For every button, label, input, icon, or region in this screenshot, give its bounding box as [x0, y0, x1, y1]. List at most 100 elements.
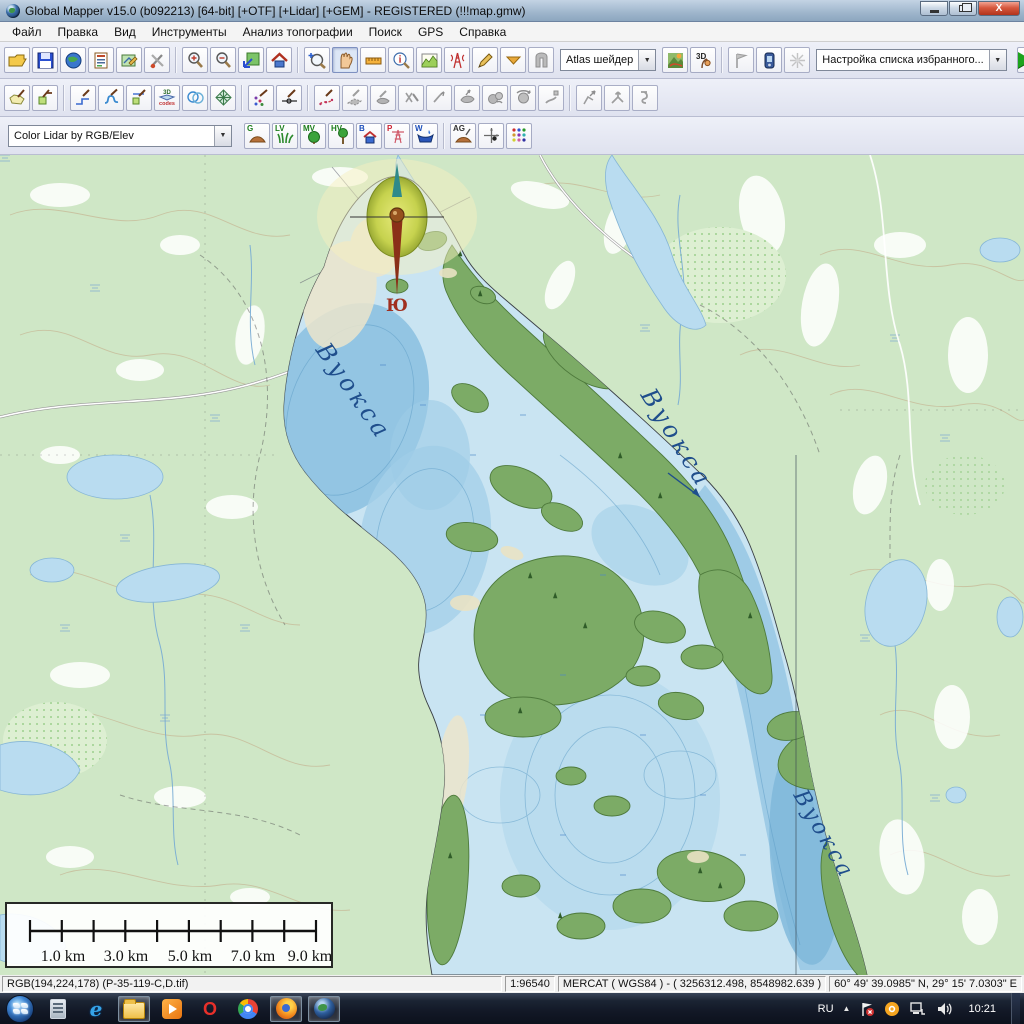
create-3d-area-button[interactable]: 3Dcodes — [154, 85, 180, 111]
restore-icon — [959, 5, 967, 12]
taskbar-media-player[interactable] — [156, 996, 188, 1022]
clamp-tool-button[interactable] — [528, 47, 554, 73]
restore-button[interactable] — [949, 1, 977, 16]
zoom-in-button[interactable] — [182, 47, 208, 73]
menu-gps[interactable]: GPS — [410, 23, 451, 41]
reshape-area-button[interactable] — [454, 85, 480, 111]
dropdown-arrow-icon[interactable]: ▼ — [638, 50, 655, 70]
clock[interactable]: 10:21 — [962, 1003, 1002, 1015]
create-spline-button[interactable] — [314, 85, 340, 111]
create-rectangle-button[interactable] — [32, 85, 58, 111]
lidar-low-veg-button[interactable]: LV — [272, 123, 298, 149]
zoom-tool-button[interactable] — [304, 47, 330, 73]
menu-file[interactable]: Файл — [4, 23, 50, 41]
favorites-dropdown[interactable]: Настройка списка избранного... ▼ — [816, 49, 1006, 71]
lidar-ground-label: G — [247, 124, 253, 133]
taskbar-chrome[interactable] — [232, 996, 264, 1022]
zoom-to-layer-button[interactable] — [238, 47, 264, 73]
create-point-at-line-button[interactable] — [276, 85, 302, 111]
gps-tool-button[interactable] — [756, 47, 782, 73]
measure-tool-button[interactable] — [360, 47, 386, 73]
action-center-flag-icon[interactable] — [859, 1001, 875, 1017]
dropdown-arrow-icon[interactable]: ▼ — [989, 50, 1006, 70]
lidar-palette-button[interactable] — [506, 123, 532, 149]
vertex-tool-button[interactable] — [576, 85, 602, 111]
lidar-ground-button[interactable]: G — [244, 123, 270, 149]
corner-turn-button[interactable] — [604, 85, 630, 111]
menu-search[interactable]: Поиск — [361, 23, 410, 41]
open-button[interactable] — [4, 47, 30, 73]
menu-terrain-analysis[interactable]: Анализ топографии — [235, 23, 361, 41]
show-desktop-button[interactable] — [1011, 993, 1020, 1024]
track-tool-button[interactable] — [784, 47, 810, 73]
view-shed-button[interactable] — [444, 47, 470, 73]
map-canvas[interactable]: Вуокса Вуокса Вуокса Ю — [0, 155, 1024, 975]
taskbar-utility-app[interactable] — [42, 996, 74, 1022]
taskbar-firefox[interactable] — [270, 996, 302, 1022]
lidar-dropdown[interactable]: Color Lidar by RGB/Elev ▼ — [8, 125, 232, 147]
full-view-button[interactable] — [266, 47, 292, 73]
create-box-line-button[interactable] — [126, 85, 152, 111]
menu-edit[interactable]: Правка — [50, 23, 107, 41]
create-points-button[interactable] — [248, 85, 274, 111]
lidar-powerline-button[interactable]: P — [384, 123, 410, 149]
utility-app-icon — [50, 999, 66, 1019]
taskbar-file-explorer[interactable] — [118, 996, 150, 1022]
pan-tool-button[interactable] — [332, 47, 358, 73]
start-button[interactable] — [6, 995, 34, 1023]
create-range-rings-button[interactable] — [182, 85, 208, 111]
network-tray-icon[interactable] — [909, 1001, 927, 1017]
flag-tool-button[interactable] — [728, 47, 754, 73]
move-feature-button[interactable] — [538, 85, 564, 111]
overlay-control-button[interactable] — [88, 47, 114, 73]
create-grid-button[interactable] — [210, 85, 236, 111]
close-button[interactable]: X — [978, 1, 1020, 16]
feature-info-button[interactable]: i — [388, 47, 414, 73]
cut-feature-button[interactable] — [398, 85, 424, 111]
undo-edit-button[interactable] — [632, 85, 658, 111]
taskbar-internet-explorer[interactable]: e — [80, 996, 112, 1022]
internet-explorer-icon: e — [90, 999, 103, 1019]
lidar-above-ground-button[interactable]: AG — [450, 123, 476, 149]
configure-button[interactable] — [144, 47, 170, 73]
lidar-building-button[interactable]: B — [356, 123, 382, 149]
shader-dropdown[interactable]: Atlas шейдер ▼ — [560, 49, 656, 71]
taskbar-opera[interactable]: O — [194, 996, 226, 1022]
digitizer-tool-button[interactable] — [472, 47, 498, 73]
run-favorite-button[interactable] — [1017, 47, 1024, 73]
menu-view[interactable]: Вид — [106, 23, 144, 41]
save-button[interactable] — [32, 47, 58, 73]
hidden-icons-arrow[interactable]: ▲ — [843, 1004, 851, 1013]
minimize-button[interactable] — [920, 1, 948, 16]
menu-help[interactable]: Справка — [451, 23, 514, 41]
lidar-auto-classify-button[interactable] — [478, 123, 504, 149]
lidar-med-veg-button[interactable]: MV — [300, 123, 326, 149]
menu-tools[interactable]: Инструменты — [144, 23, 235, 41]
map-layout-button[interactable] — [116, 47, 142, 73]
view-3d-button[interactable]: 3D — [690, 47, 716, 73]
flatten-terrain-button[interactable] — [500, 47, 526, 73]
zoom-in-icon — [186, 51, 205, 70]
antivirus-tray-icon[interactable] — [884, 1001, 900, 1017]
combine-areas-button[interactable] — [482, 85, 508, 111]
path-profile-button[interactable] — [416, 47, 442, 73]
zoom-out-button[interactable] — [210, 47, 236, 73]
dropdown-arrow-icon[interactable]: ▼ — [214, 126, 231, 146]
online-data-button[interactable] — [60, 47, 86, 73]
language-indicator[interactable]: RU — [818, 1003, 834, 1015]
create-curve-button[interactable] — [98, 85, 124, 111]
lidar-high-veg-button[interactable]: HV — [328, 123, 354, 149]
windows-taskbar: e O RU ▲ 10:21 — [0, 993, 1024, 1024]
rotate-feature-button[interactable] — [510, 85, 536, 111]
volume-tray-icon[interactable] — [936, 1001, 953, 1017]
merge-features-button[interactable] — [370, 85, 396, 111]
create-line-button[interactable] — [70, 85, 96, 111]
shader-options-button[interactable] — [662, 47, 688, 73]
lidar-med-veg-label: MV — [303, 124, 315, 133]
favorites-dropdown-value: Настройка списка избранного... — [817, 54, 988, 66]
create-area-button[interactable] — [4, 85, 30, 111]
edit-feature-button[interactable] — [342, 85, 368, 111]
taskbar-global-mapper[interactable] — [308, 996, 340, 1022]
snap-vertex-button[interactable] — [426, 85, 452, 111]
lidar-water-button[interactable]: W — [412, 123, 438, 149]
